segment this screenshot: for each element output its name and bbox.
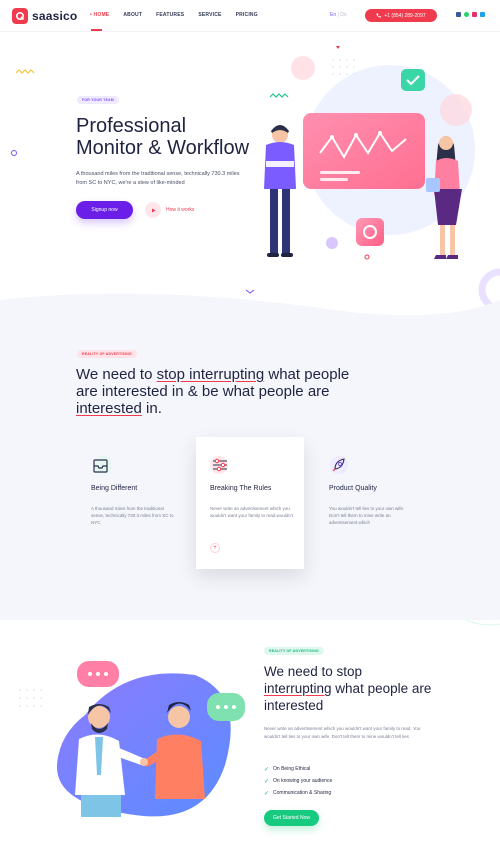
section2-tag: REALITY OF ADVERTISING <box>77 350 137 358</box>
phone-icon <box>376 13 382 18</box>
rocket-icon <box>330 456 348 474</box>
handshake-illustration <box>56 661 245 817</box>
nav-item-home[interactable]: • HOME <box>90 12 109 18</box>
section3-title: We need to stop interrupting what people… <box>264 663 444 714</box>
hero-description: A thousand miles from the traditional se… <box>76 171 240 186</box>
phone-button[interactable]: +1 (854) 289-2097 <box>365 9 437 22</box>
nav-item-pricing[interactable]: PRICING <box>236 12 258 18</box>
check-item-label: On knowing your audience <box>273 778 333 784</box>
check-item: ✓ On knowing your audience <box>264 775 332 787</box>
how-it-works-label: How it works <box>166 207 195 213</box>
lang-dn[interactable]: Dn <box>340 12 346 18</box>
nav-active-indicator <box>91 29 102 31</box>
brand-logo[interactable]: saasico <box>12 8 77 24</box>
feature-title: Product Quality <box>329 485 377 492</box>
feature-breaking-the-rules[interactable]: Breaking The Rules Never write an advert… <box>196 437 304 569</box>
get-started-button[interactable]: Get Started Now <box>264 810 319 826</box>
hero-title: Professional Monitor & Workflow <box>76 115 266 159</box>
language-switcher: En | Dn <box>330 12 347 18</box>
signup-button[interactable]: Signup now <box>76 201 133 219</box>
hero-title-line-1: Professional <box>76 115 187 137</box>
hero-illustration <box>264 69 462 259</box>
check-icon: ✓ <box>264 778 270 785</box>
nav-item-features[interactable]: FEATURES <box>156 12 184 18</box>
landing-page: saasico • HOME ABOUT FEATURES SERVICE PR… <box>0 0 500 855</box>
woman-figure <box>426 136 462 259</box>
check-icon: ✓ <box>264 766 270 773</box>
facebook-icon[interactable] <box>456 12 461 17</box>
nav-item-service[interactable]: SERVICE <box>198 12 221 18</box>
check-list: ✓ On Being Ethical ✓ On knowing your audie… <box>264 763 332 799</box>
whatsapp-icon[interactable] <box>464 12 469 17</box>
social-links <box>456 12 485 17</box>
section3-description: Never write an advertisement which you w… <box>264 726 421 739</box>
nav-item-about[interactable]: ABOUT <box>123 12 142 18</box>
sliders-icon <box>210 456 228 474</box>
section3-title-underline: interrupting <box>264 681 332 696</box>
brand-name: saasico <box>32 9 78 23</box>
hero-tag: FOR YOUR TEAM <box>77 96 119 104</box>
check-item-label: Communication & Sharing <box>273 790 332 796</box>
feature-product-quality: Product Quality You wouldn't tell lies t… <box>315 437 423 569</box>
inbox-icon <box>93 456 111 474</box>
feature-plus-button[interactable]: + <box>210 543 220 553</box>
check-item-label: On Being Ethical <box>273 766 311 772</box>
twitter-icon[interactable] <box>480 12 485 17</box>
section2-title-part-a: We need to <box>76 366 157 383</box>
instagram-icon[interactable] <box>472 12 477 17</box>
logo-icon <box>12 8 28 24</box>
feature-being-different: Being Different A thousand miles from th… <box>77 437 185 569</box>
circle-card <box>356 218 384 246</box>
section2-title-underline-2: interested <box>76 400 142 417</box>
section2-title-underline-1: stop interrupting <box>156 366 265 383</box>
feature-title: Being Different <box>91 485 138 492</box>
woman-tablet <box>426 178 440 192</box>
hero-title-line-2: Monitor & Workflow <box>76 137 250 159</box>
how-it-works-link[interactable]: How it works <box>145 202 194 218</box>
man-figure <box>264 125 296 257</box>
check-card <box>401 69 425 91</box>
check-item: ✓ On Being Ethical <box>264 763 332 775</box>
check-item: ✓ Communication & Sharing <box>264 787 332 799</box>
check-icon: ✓ <box>264 790 270 797</box>
section3-tag: REALITY OF ADVERTISING <box>264 647 324 655</box>
site-header: saasico • HOME ABOUT FEATURES SERVICE PR… <box>0 0 500 32</box>
phone-number: +1 (854) 289-2097 <box>384 12 426 19</box>
feature-text: You wouldn't tell lies to your own wife.… <box>329 506 405 525</box>
feature-title: Breaking The Rules <box>210 485 272 492</box>
play-icon <box>145 202 161 218</box>
section2-title-part-e: in. <box>141 400 162 417</box>
feature-text: A thousand miles from the traditional se… <box>91 506 174 525</box>
main-nav: • HOME ABOUT FEATURES SERVICE PRICING <box>90 12 258 18</box>
section3-title-line-1: We need to stop <box>264 664 363 679</box>
feature-text: Never write an advertisement which you w… <box>210 506 294 518</box>
section2-title: We need to stop interrupting what people… <box>76 366 366 417</box>
zigzag-left <box>15 69 35 74</box>
